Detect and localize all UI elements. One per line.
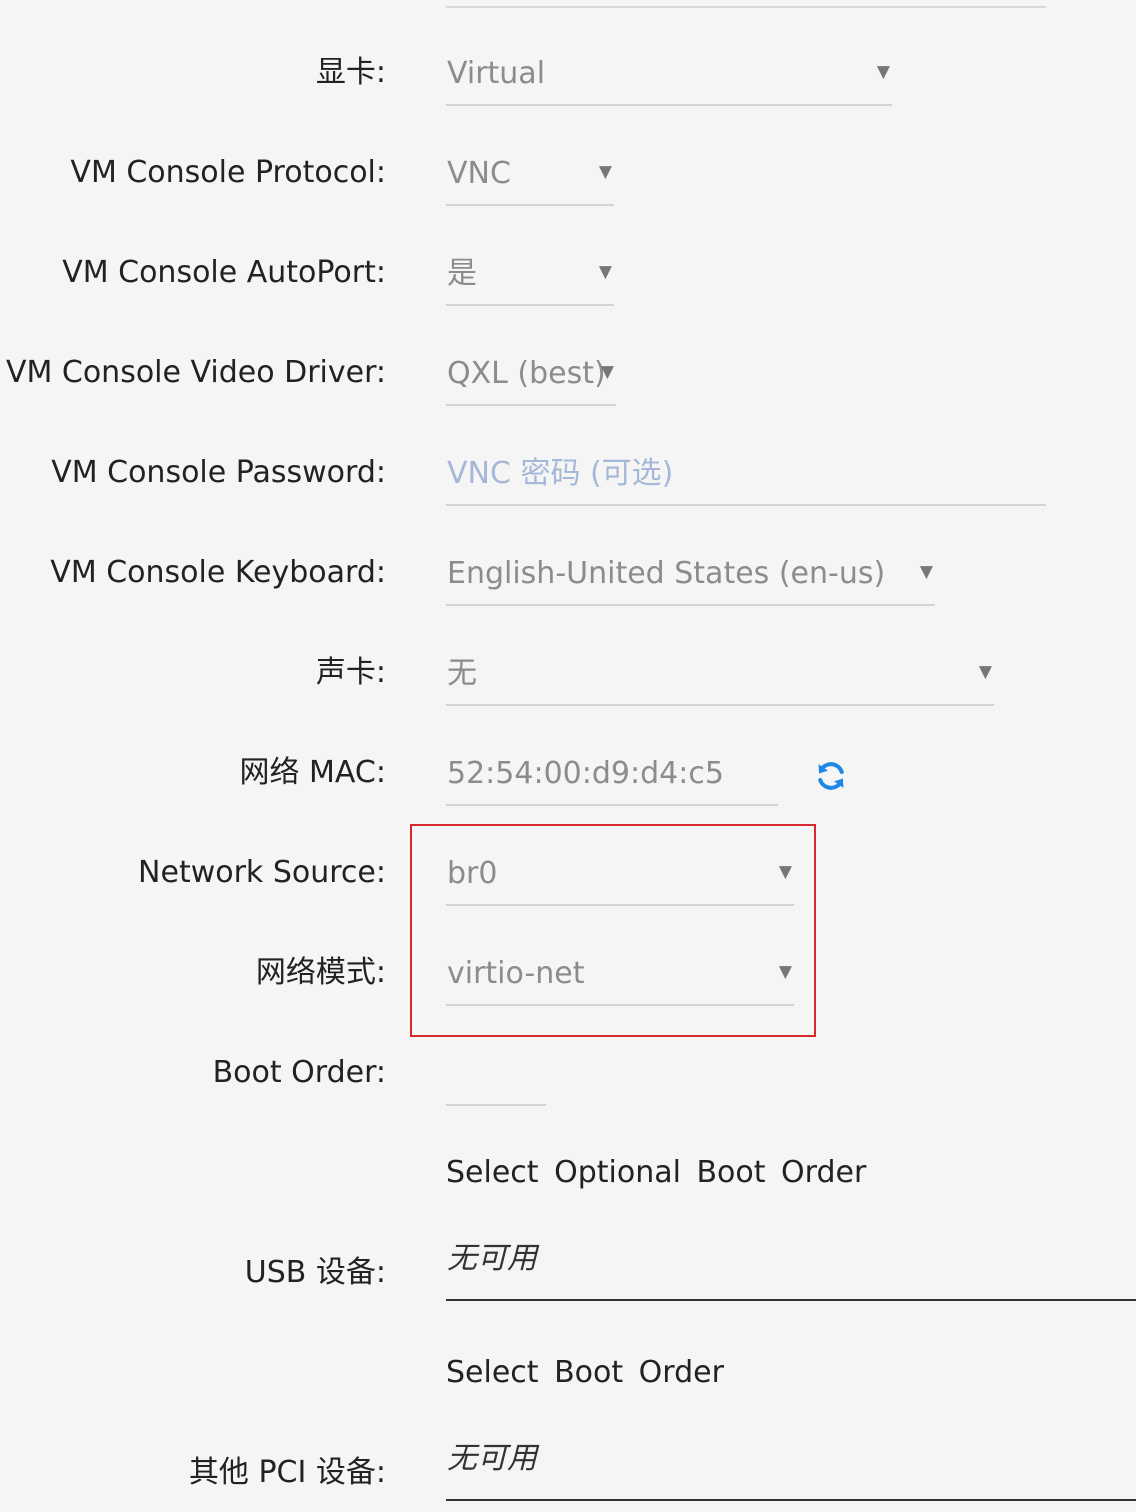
pci-devices-field: 无可用 bbox=[446, 1441, 1136, 1501]
optional-boot-order-heading: Select Optional Boot Order bbox=[446, 1155, 867, 1190]
console-video-driver-label: VM Console Video Driver: bbox=[5, 355, 386, 390]
chevron-down-icon: ▼ bbox=[598, 262, 612, 282]
boot-order-label: Boot Order: bbox=[212, 1055, 386, 1090]
network-source-value: br0 bbox=[447, 856, 498, 891]
chevron-down-icon: ▼ bbox=[978, 662, 992, 682]
chevron-down-icon: ▼ bbox=[778, 862, 792, 882]
usb-devices-field: 无可用 bbox=[446, 1241, 1136, 1301]
console-password-label: VM Console Password: bbox=[51, 455, 386, 490]
network-mac-value: 52:54:00:d9:d4:c5 bbox=[447, 756, 724, 791]
pci-devices-value: 无可用 bbox=[447, 1441, 537, 1476]
sound-card-value: 无 bbox=[447, 656, 477, 691]
network-source-select[interactable]: br0 ▼ bbox=[446, 854, 794, 906]
chevron-down-icon: ▼ bbox=[778, 962, 792, 982]
refresh-icon[interactable] bbox=[814, 759, 848, 793]
usb-devices-label: USB 设备: bbox=[244, 1255, 386, 1290]
chevron-down-icon: ▼ bbox=[600, 362, 614, 382]
network-mac-label: 网络 MAC: bbox=[239, 755, 386, 790]
network-model-value: virtio-net bbox=[447, 956, 585, 991]
chevron-down-icon: ▼ bbox=[919, 562, 933, 582]
divider bbox=[446, 6, 1046, 8]
boot-order-input[interactable] bbox=[446, 1054, 546, 1106]
network-model-select[interactable]: virtio-net ▼ bbox=[446, 954, 794, 1006]
console-keyboard-select[interactable]: English-United States (en-us) ▼ bbox=[446, 554, 935, 606]
chevron-down-icon: ▼ bbox=[598, 162, 612, 182]
console-autoport-value: 是 bbox=[447, 256, 477, 291]
console-keyboard-value: English-United States (en-us) bbox=[447, 556, 886, 591]
chevron-down-icon: ▼ bbox=[876, 62, 890, 82]
graphics-select[interactable]: Virtual ▼ bbox=[446, 54, 892, 106]
console-protocol-label: VM Console Protocol: bbox=[70, 155, 386, 190]
network-mac-input[interactable]: 52:54:00:d9:d4:c5 bbox=[446, 754, 778, 806]
console-video-driver-value: QXL (best) bbox=[447, 356, 606, 391]
graphics-value: Virtual bbox=[447, 56, 546, 91]
console-protocol-value: VNC bbox=[447, 156, 511, 191]
console-protocol-select[interactable]: VNC ▼ bbox=[446, 154, 614, 206]
graphics-label: 显卡: bbox=[315, 55, 386, 90]
network-model-label: 网络模式: bbox=[255, 955, 386, 990]
boot-order-heading: Select Boot Order bbox=[446, 1355, 724, 1390]
sound-card-select[interactable]: 无 ▼ bbox=[446, 654, 994, 706]
console-video-driver-select[interactable]: QXL (best) ▼ bbox=[446, 354, 616, 406]
console-autoport-label: VM Console AutoPort: bbox=[62, 255, 386, 290]
usb-devices-value: 无可用 bbox=[447, 1241, 537, 1276]
pci-devices-label: 其他 PCI 设备: bbox=[188, 1455, 386, 1490]
network-source-label: Network Source: bbox=[138, 855, 386, 890]
console-password-input[interactable]: VNC 密码 (可选) bbox=[446, 454, 1046, 506]
sound-card-label: 声卡: bbox=[315, 655, 386, 690]
console-keyboard-label: VM Console Keyboard: bbox=[50, 555, 386, 590]
console-password-placeholder: VNC 密码 (可选) bbox=[447, 456, 674, 491]
console-autoport-select[interactable]: 是 ▼ bbox=[446, 254, 614, 306]
